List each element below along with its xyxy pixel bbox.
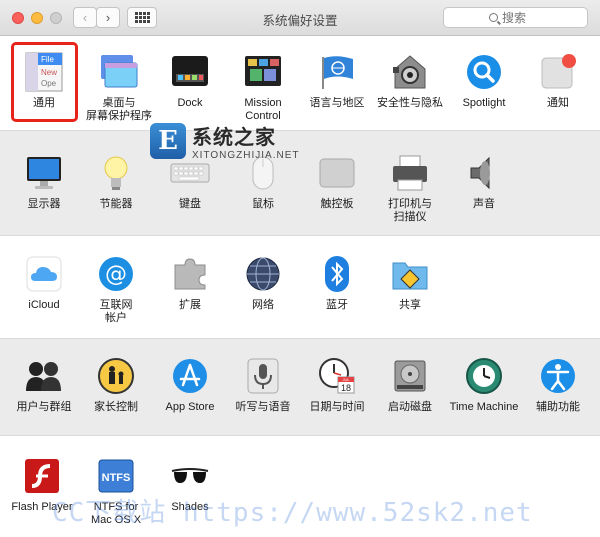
pref-security-privacy[interactable]: 安全性与隐私 (372, 52, 448, 110)
energy-saver-icon (96, 153, 136, 193)
selection-highlight (11, 42, 78, 122)
pref-label: Time Machine (449, 401, 519, 413)
svg-text:18: 18 (341, 383, 351, 393)
pref-label: 网络 (252, 299, 274, 311)
svg-text:@: @ (105, 262, 127, 287)
pref-label: 用户与群组 (16, 401, 72, 413)
pref-sharing[interactable]: 共享 (372, 254, 448, 312)
pref-network[interactable]: 网络 (225, 254, 301, 312)
dictation-speech-icon (243, 356, 283, 396)
trackpad-icon (317, 153, 357, 193)
pref-bluetooth[interactable]: 蓝牙 (299, 254, 375, 312)
mission-control-icon (243, 52, 283, 92)
pref-label: 日期与时间 (309, 401, 365, 413)
network-icon (243, 254, 283, 294)
pref-dock[interactable]: Dock (152, 52, 228, 110)
watermark-site-en: XITONGZHIJIA.NET (192, 150, 300, 161)
pref-label: 听写与语音 (235, 401, 291, 413)
pref-label: 共享 (399, 299, 421, 311)
pref-label: 家长控制 (94, 401, 138, 413)
notifications-icon (538, 52, 578, 92)
pref-label: 蓝牙 (326, 299, 348, 311)
accessibility-icon (538, 356, 578, 396)
pref-startup-disk[interactable]: 启动磁盘 (372, 356, 448, 414)
pref-label: 启动磁盘 (388, 401, 432, 413)
pref-label: 键盘 (179, 198, 201, 210)
watermark-footer: CC下载站 https://www.52sk2.net (52, 498, 533, 528)
pref-mission-control[interactable]: Mission Control (225, 52, 301, 123)
pref-label: Dock (177, 97, 203, 109)
pref-app-store[interactable]: App Store (152, 356, 228, 414)
watermark-logo: E 系统之家 XITONGZHIJIA.NET (150, 118, 320, 164)
pref-sound[interactable]: 声音 (446, 153, 522, 211)
ntfs-icon: NTFS (96, 456, 136, 496)
pref-energy-saver[interactable]: 节能器 (78, 153, 154, 211)
extensions-icon (170, 254, 210, 294)
search-field[interactable] (443, 7, 588, 28)
pref-users-groups[interactable]: 用户与群组 (6, 356, 82, 414)
sharing-icon (390, 254, 430, 294)
pref-label: 通知 (547, 97, 569, 109)
pref-label: 触控板 (320, 198, 354, 210)
startup-disk-icon (390, 356, 430, 396)
pref-notifications[interactable]: 通知 (520, 52, 596, 110)
displays-icon (24, 153, 64, 193)
spotlight-icon (464, 52, 504, 92)
date-time-icon: JUL 18 (317, 356, 357, 396)
parental-controls-icon (96, 356, 136, 396)
pref-desktop-screensaver[interactable]: 桌面与 屏幕保护程序 (81, 52, 157, 123)
pref-language-region[interactable]: 语言与地区 (299, 52, 375, 110)
pref-label: 桌面与 屏幕保护程序 (86, 97, 152, 122)
window-titlebar: ‹ › 系统偏好设置 (0, 0, 600, 36)
pref-icloud[interactable]: iCloud (6, 254, 82, 312)
pref-date-time[interactable]: JUL 18 日期与时间 (299, 356, 375, 414)
icloud-icon (24, 254, 64, 294)
pref-extensions[interactable]: 扩展 (152, 254, 228, 312)
pref-label: 扩展 (179, 299, 201, 311)
pref-label: 辅助功能 (536, 401, 580, 413)
pref-label: 打印机与 扫描仪 (388, 198, 432, 223)
dock-icon (170, 52, 210, 92)
search-input[interactable] (502, 10, 542, 25)
pref-displays[interactable]: 显示器 (6, 153, 82, 211)
svg-text:NTFS: NTFS (102, 472, 131, 484)
time-machine-icon (464, 356, 504, 396)
pref-label: 互联网 帐户 (99, 299, 133, 324)
pref-accessibility[interactable]: 辅助功能 (520, 356, 596, 414)
sound-icon (464, 153, 504, 193)
pref-label: 声音 (473, 198, 495, 210)
printers-scanners-icon (390, 153, 430, 193)
search-icon (489, 13, 498, 22)
users-groups-icon (24, 356, 64, 396)
shades-icon (170, 456, 210, 496)
security-privacy-icon (390, 52, 430, 92)
watermark-e-icon: E (150, 123, 186, 159)
pref-printers-scanners[interactable]: 打印机与 扫描仪 (372, 153, 448, 224)
desktop-screensaver-icon (99, 52, 139, 92)
app-store-icon (170, 356, 210, 396)
watermark-site-cn: 系统之家 (192, 127, 276, 149)
pref-label: 语言与地区 (309, 97, 365, 109)
pref-label: Spotlight (462, 97, 506, 109)
pref-label: App Store (165, 401, 215, 413)
pref-label: 显示器 (27, 198, 61, 210)
language-region-icon (317, 52, 357, 92)
pref-time-machine[interactable]: Time Machine (446, 356, 522, 414)
pref-label: 鼠标 (252, 198, 274, 210)
pref-label: iCloud (28, 299, 60, 311)
flash-player-icon (22, 456, 62, 496)
pref-label: 节能器 (99, 198, 133, 210)
pref-internet-accounts[interactable]: @ 互联网 帐户 (78, 254, 154, 325)
pref-label: 安全性与隐私 (377, 97, 443, 109)
bluetooth-icon (317, 254, 357, 294)
pref-spotlight[interactable]: Spotlight (446, 52, 522, 110)
pref-parental-controls[interactable]: 家长控制 (78, 356, 154, 414)
pref-dictation-speech[interactable]: 听写与语音 (225, 356, 301, 414)
internet-accounts-icon: @ (96, 254, 136, 294)
svg-text:JUL: JUL (342, 377, 350, 382)
